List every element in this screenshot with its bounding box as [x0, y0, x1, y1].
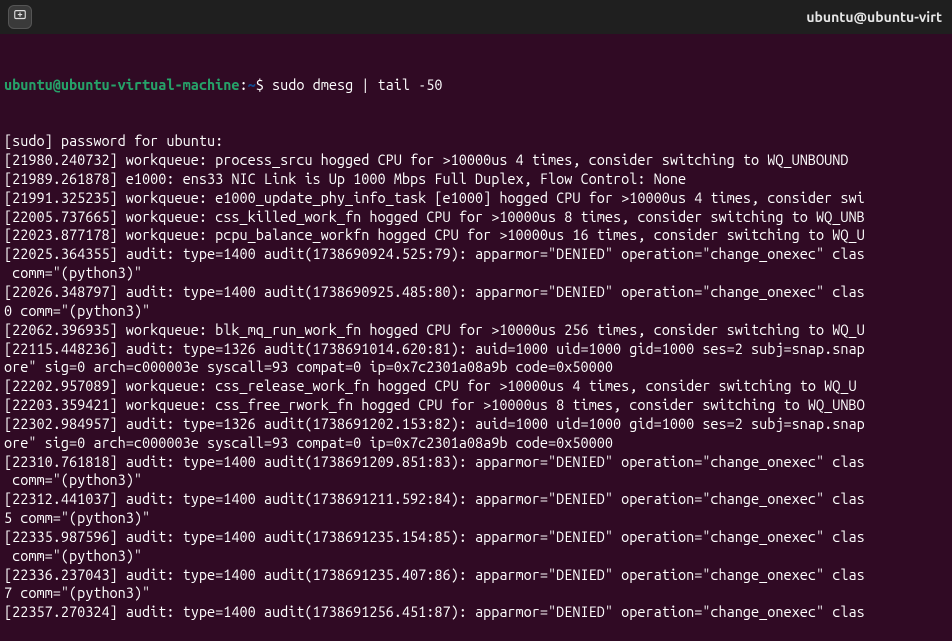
output-line: [22336.237043] audit: type=1400 audit(17…	[4, 566, 948, 585]
prompt-sep: :	[239, 76, 247, 93]
terminal-output[interactable]: ubuntu@ubuntu-virtual-machine:~$ sudo dm…	[0, 34, 952, 641]
output-line: [22302.984957] audit: type=1326 audit(17…	[4, 415, 948, 434]
output-line: ore" sig=0 arch=c000003e syscall=93 comp…	[4, 434, 948, 453]
window-title: ubuntu@ubuntu-virt	[32, 8, 946, 26]
output-line: 5 comm="(python3)"	[4, 509, 948, 528]
output-line: 7 comm="(python3)"	[4, 584, 948, 603]
output-line: [21989.261878] e1000: ens33 NIC Link is …	[4, 170, 948, 189]
new-tab-button[interactable]	[8, 5, 32, 29]
output-line: [22202.957089] workqueue: css_release_wo…	[4, 377, 948, 396]
output-line: [22310.761818] audit: type=1400 audit(17…	[4, 453, 948, 472]
output-line: [22312.441037] audit: type=1400 audit(17…	[4, 490, 948, 509]
prompt-line: ubuntu@ubuntu-virtual-machine:~$ sudo dm…	[4, 76, 948, 95]
command-text: sudo dmesg | tail -50	[272, 76, 443, 93]
output-line: [22203.359421] workqueue: css_free_rwork…	[4, 396, 948, 415]
prompt-path: ~	[248, 76, 256, 93]
output-line: [22026.348797] audit: type=1400 audit(17…	[4, 283, 948, 302]
output-line: [22005.737665] workqueue: css_killed_wor…	[4, 208, 948, 227]
output-line: [sudo] password for ubuntu:	[4, 132, 948, 151]
new-tab-icon	[13, 8, 27, 26]
output-line: [22357.270324] audit: type=1400 audit(17…	[4, 603, 948, 622]
output-line: comm="(python3)"	[4, 547, 948, 566]
window-titlebar: ubuntu@ubuntu-virt	[0, 0, 952, 34]
output-line: [22025.364355] audit: type=1400 audit(17…	[4, 245, 948, 264]
output-line: [22335.987596] audit: type=1400 audit(17…	[4, 528, 948, 547]
output-line: [22023.877178] workqueue: pcpu_balance_w…	[4, 226, 948, 245]
output-line: 0 comm="(python3)"	[4, 302, 948, 321]
output-line: comm="(python3)"	[4, 471, 948, 490]
dmesg-output: [sudo] password for ubuntu:[21980.240732…	[4, 132, 948, 622]
output-line: [22062.396935] workqueue: blk_mq_run_wor…	[4, 321, 948, 340]
prompt-userhost: ubuntu@ubuntu-virtual-machine	[4, 76, 239, 93]
output-line: ore" sig=0 arch=c000003e syscall=93 comp…	[4, 358, 948, 377]
prompt-dollar: $	[256, 76, 272, 93]
output-line: [22115.448236] audit: type=1326 audit(17…	[4, 340, 948, 359]
output-line: comm="(python3)"	[4, 264, 948, 283]
output-line: [21980.240732] workqueue: process_srcu h…	[4, 151, 948, 170]
output-line: [21991.325235] workqueue: e1000_update_p…	[4, 189, 948, 208]
